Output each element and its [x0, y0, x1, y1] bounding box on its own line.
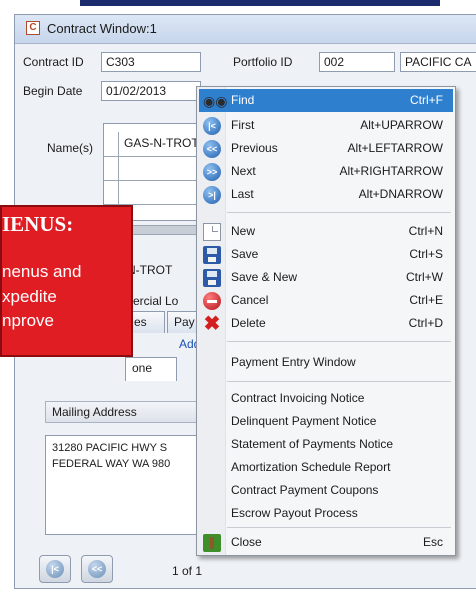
menu-item-label: Contract Invoicing Notice — [231, 391, 365, 405]
menu-item-label: Contract Payment Coupons — [231, 483, 379, 497]
names-label: Name(s) — [47, 141, 94, 155]
menu-item-label: Delinquent Payment Notice — [231, 414, 377, 428]
portfolio-name-field[interactable]: PACIFIC CA — [400, 52, 476, 72]
menu-item-close[interactable]: Close Esc — [199, 531, 453, 554]
first-record-icon: |< — [46, 560, 64, 578]
menu-item-label: Previous — [231, 141, 278, 155]
menu-item-shortcut: Esc — [422, 535, 443, 549]
menu-item-invoicing-notice[interactable]: Contract Invoicing Notice — [199, 387, 453, 410]
menu-item-shortcut: Alt+LEFTARROW — [347, 141, 443, 155]
address-line-2: FEDERAL WAY WA 980 — [52, 458, 171, 470]
menu-item-shortcut: Ctrl+D — [408, 316, 443, 330]
next-record-icon: >> — [203, 163, 221, 181]
new-document-icon — [203, 223, 221, 241]
menu-item-shortcut: Alt+RIGHTARROW — [339, 164, 443, 178]
menu-item-new[interactable]: New Ctrl+N — [199, 220, 453, 243]
previous-record-icon: << — [88, 560, 106, 578]
callout-line: xpedite — [2, 287, 57, 306]
menu-separator — [227, 341, 451, 342]
tab-phone[interactable]: one — [125, 357, 177, 381]
menu-item-last[interactable]: >| Last Alt+DNARROW — [199, 183, 453, 206]
menu-item-shortcut: Ctrl+E — [409, 293, 443, 307]
last-record-icon: >| — [203, 186, 221, 204]
menu-item-label: Amortization Schedule Report — [231, 460, 391, 474]
callout-line: nprove — [2, 311, 54, 330]
menu-item-amortization-report[interactable]: Amortization Schedule Report — [199, 456, 453, 479]
menu-item-label: New — [231, 224, 256, 238]
names-row-marker — [118, 132, 119, 156]
menu-item-label: Find — [231, 93, 255, 107]
close-door-icon — [203, 534, 221, 552]
menu-item-next[interactable]: >> Next Alt+RIGHTARROW — [199, 160, 453, 183]
menu-item-label: Delete — [231, 316, 266, 330]
menu-item-delinquent-notice[interactable]: Delinquent Payment Notice — [199, 410, 453, 433]
binoculars-icon: ◉◉ — [203, 93, 228, 109]
first-record-button[interactable]: |< — [39, 555, 71, 583]
menu-separator — [227, 381, 451, 382]
menu-item-save-new[interactable]: Save & New Ctrl+W — [199, 266, 453, 289]
menu-item-first[interactable]: |< First Alt+UPARROW — [199, 114, 453, 137]
menu-item-label: Save — [231, 247, 259, 261]
menu-item-label: Close — [231, 535, 262, 549]
menu-item-payment-coupons[interactable]: Contract Payment Coupons — [199, 479, 453, 502]
menu-item-delete[interactable]: ✖ Delete Ctrl+D — [199, 312, 453, 335]
names-row-marker — [118, 180, 119, 204]
menu-item-label: Last — [231, 187, 254, 201]
menu-item-find[interactable]: ◉◉ Find Ctrl+F — [199, 89, 453, 112]
address-line-1: 31280 PACIFIC HWY S — [52, 442, 168, 454]
menu-item-shortcut: Ctrl+F — [410, 93, 443, 107]
page-count: 1 of 1 — [172, 564, 203, 578]
menu-separator — [227, 527, 451, 528]
menu-item-shortcut: Ctrl+W — [406, 270, 443, 284]
menu-item-cancel[interactable]: Cancel Ctrl+E — [199, 289, 453, 312]
menu-item-escrow-payout[interactable]: Escrow Payout Process — [199, 502, 453, 525]
contract-id-label: Contract ID — [23, 55, 84, 69]
callout-box: IENUS: nenus and xpedite nprove — [0, 205, 133, 357]
portfolio-id-field[interactable]: 002 — [319, 52, 395, 72]
menu-item-shortcut: Alt+DNARROW — [358, 187, 443, 201]
portfolio-id-label: Portfolio ID — [233, 55, 293, 69]
cancel-icon — [203, 292, 221, 310]
window-title: Contract Window:1 — [47, 21, 157, 36]
save-disk-icon — [203, 246, 221, 264]
menu-item-payment-entry[interactable]: Payment Entry Window — [199, 351, 453, 374]
previous-record-button[interactable]: << — [81, 555, 113, 583]
banner-stripe — [80, 0, 440, 6]
menu-item-statement-notice[interactable]: Statement of Payments Notice — [199, 433, 453, 456]
begin-date-field[interactable]: 01/02/2013 — [101, 81, 201, 101]
menu-item-shortcut: Ctrl+S — [409, 247, 443, 261]
contract-id-field[interactable]: C303 — [101, 52, 201, 72]
begin-date-label: Begin Date — [23, 84, 83, 98]
menu-item-save[interactable]: Save Ctrl+S — [199, 243, 453, 266]
menu-item-shortcut: Alt+UPARROW — [360, 118, 443, 132]
context-menu: ◉◉ Find Ctrl+F |< First Alt+UPARROW << P… — [196, 86, 456, 556]
menu-item-shortcut: Ctrl+N — [408, 224, 443, 238]
menu-item-label: Statement of Payments Notice — [231, 437, 394, 451]
callout-title: IENUS: — [2, 212, 74, 236]
menu-item-label: Payment Entry Window — [231, 355, 356, 369]
menu-item-label: Escrow Payout Process — [231, 506, 358, 520]
window-titlebar[interactable]: C Contract Window:1 — [15, 15, 476, 44]
callout-line: nenus and — [2, 262, 82, 281]
first-record-icon: |< — [203, 117, 221, 135]
app-icon: C — [26, 21, 40, 35]
menu-separator — [227, 212, 451, 213]
names-row-marker — [118, 156, 119, 180]
menu-item-label: First — [231, 118, 255, 132]
menu-item-label: Save & New — [231, 270, 298, 284]
menu-item-label: Next — [231, 164, 256, 178]
delete-x-icon: ✖ — [203, 313, 221, 335]
names-row-text: GAS-N-TROT — [124, 136, 199, 150]
top-banner — [0, 0, 476, 10]
menu-item-previous[interactable]: << Previous Alt+LEFTARROW — [199, 137, 453, 160]
previous-record-icon: << — [203, 140, 221, 158]
save-new-icon — [203, 269, 221, 287]
menu-item-label: Cancel — [231, 293, 269, 307]
